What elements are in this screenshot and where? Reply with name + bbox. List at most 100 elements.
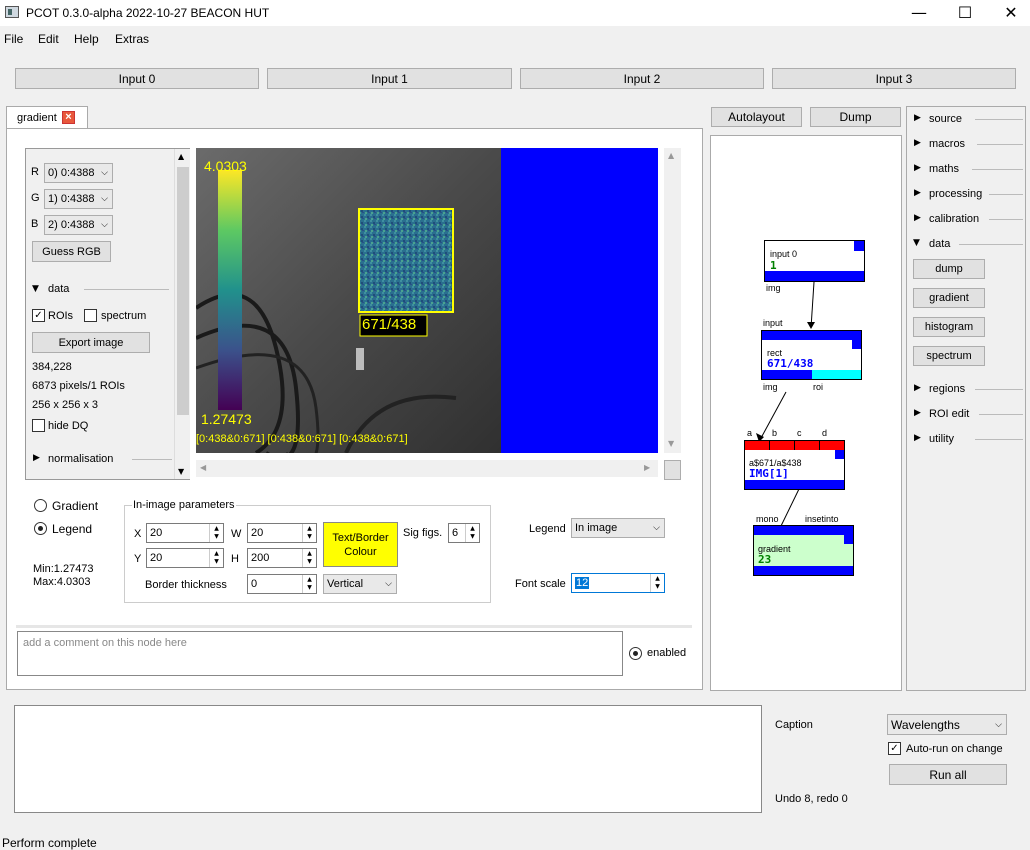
section-expanded-icon[interactable]: ▼ bbox=[32, 284, 39, 294]
left-panel-scrollbar[interactable]: ▲ ▼ bbox=[174, 149, 190, 479]
spinner-icon[interactable]: ▲ ▼ bbox=[650, 574, 664, 592]
section-collapsed-icon[interactable]: ▶ bbox=[914, 188, 921, 198]
palette-utility[interactable]: utility bbox=[929, 433, 954, 445]
auto-run-checkbox[interactable]: ✓ bbox=[888, 742, 901, 755]
sig-figs-input[interactable]: 6 ▲ ▼ bbox=[448, 523, 480, 543]
text-border-colour-button[interactable]: Text/Border Colour bbox=[323, 522, 398, 567]
canvas-horizontal-scrollbar[interactable]: ◀ ▶ bbox=[196, 460, 658, 477]
node-output-port[interactable] bbox=[754, 566, 853, 575]
menu-extras[interactable]: Extras bbox=[115, 32, 149, 46]
channel-b-select[interactable]: 2) 0:4388 ⌵ bbox=[44, 215, 113, 235]
enabled-radio[interactable] bbox=[629, 647, 642, 660]
caption-select[interactable]: Wavelengths ⌵ bbox=[887, 714, 1007, 735]
w-input[interactable]: 20 ▲ ▼ bbox=[247, 523, 317, 543]
export-image-button[interactable]: Export image bbox=[32, 332, 150, 353]
node-input-0[interactable]: input 0 1 bbox=[764, 240, 865, 282]
palette-processing[interactable]: processing bbox=[929, 188, 982, 200]
tab-gradient[interactable]: gradient × bbox=[6, 106, 88, 129]
scroll-left-icon[interactable]: ◀ bbox=[200, 463, 206, 472]
input-1-button[interactable]: Input 1 bbox=[267, 68, 512, 89]
palette-gradient-button[interactable]: gradient bbox=[913, 288, 985, 308]
scroll-up-icon[interactable]: ▲ bbox=[668, 151, 674, 160]
spinner-icon[interactable]: ▲ ▼ bbox=[209, 549, 223, 567]
legend-radio[interactable] bbox=[34, 522, 47, 535]
scroll-up-icon[interactable]: ▲ bbox=[178, 152, 184, 161]
scroll-down-icon[interactable]: ▼ bbox=[668, 439, 674, 448]
max-text: Max:4.0303 bbox=[33, 576, 91, 588]
node-input-ports[interactable] bbox=[754, 526, 853, 535]
menu-help[interactable]: Help bbox=[74, 32, 99, 46]
guess-rgb-button[interactable]: Guess RGB bbox=[32, 241, 111, 262]
palette-calibration[interactable]: calibration bbox=[929, 213, 979, 225]
chevron-down-icon: ⌵ bbox=[653, 523, 660, 533]
palette-spectrum-button[interactable]: spectrum bbox=[913, 346, 985, 366]
node-output-port[interactable] bbox=[765, 271, 864, 281]
spinner-icon[interactable]: ▲ ▼ bbox=[302, 575, 316, 593]
node-output-port-roi[interactable] bbox=[811, 370, 861, 379]
canvas-vertical-scrollbar[interactable]: ▲ ▼ bbox=[664, 148, 681, 453]
channel-r-select[interactable]: 0) 0:4388 ⌵ bbox=[44, 163, 113, 183]
node-gradient[interactable]: gradient 23 bbox=[753, 525, 854, 576]
input-3-button[interactable]: Input 3 bbox=[772, 68, 1016, 89]
palette-source[interactable]: source bbox=[929, 113, 962, 125]
maximize-button[interactable]: ☐ bbox=[942, 0, 988, 26]
node-expr[interactable]: a$671/a$438 IMG[1] bbox=[744, 440, 845, 490]
scrollbar-thumb[interactable] bbox=[177, 167, 189, 415]
section-collapsed-icon[interactable]: ▶ bbox=[914, 383, 921, 393]
spinner-icon[interactable]: ▲ ▼ bbox=[302, 524, 316, 542]
legend-select[interactable]: In image ⌵ bbox=[571, 518, 665, 538]
section-collapsed-icon[interactable]: ▶ bbox=[914, 113, 921, 123]
orientation-select[interactable]: Vertical ⌵ bbox=[323, 574, 397, 594]
channel-g-value: 1) 0:4388 bbox=[48, 193, 95, 205]
spectrum-checkbox[interactable] bbox=[84, 309, 97, 322]
port-label: a bbox=[747, 428, 753, 438]
y-input[interactable]: 20 ▲ ▼ bbox=[146, 548, 224, 568]
section-expanded-icon[interactable]: ▼ bbox=[913, 238, 920, 248]
comment-input[interactable]: add a comment on this node here bbox=[17, 631, 623, 676]
channel-g-select[interactable]: 1) 0:4388 ⌵ bbox=[44, 189, 113, 209]
canvas-corner-button[interactable] bbox=[664, 460, 681, 480]
border-thickness-input[interactable]: 0 ▲ ▼ bbox=[247, 574, 317, 594]
close-window-button[interactable]: ✕ bbox=[988, 0, 1030, 26]
palette-maths[interactable]: maths bbox=[929, 163, 959, 175]
h-input[interactable]: 200 ▲ ▼ bbox=[247, 548, 317, 568]
tab-close-icon[interactable]: × bbox=[62, 111, 75, 124]
node-output-port[interactable] bbox=[745, 480, 844, 489]
log-output[interactable] bbox=[14, 705, 762, 813]
autolayout-button[interactable]: Autolayout bbox=[711, 107, 802, 127]
graph-canvas[interactable]: input 0 1 img input rect 671/438 img roi… bbox=[710, 135, 902, 691]
section-collapsed-icon[interactable]: ▶ bbox=[914, 138, 921, 148]
minimize-button[interactable]: — bbox=[896, 0, 942, 26]
font-scale-input[interactable]: 12 ▲ ▼ bbox=[571, 573, 665, 593]
palette-macros[interactable]: macros bbox=[929, 138, 965, 150]
scroll-down-icon[interactable]: ▼ bbox=[178, 467, 184, 476]
rois-checkbox[interactable]: ✓ bbox=[32, 309, 45, 322]
spinner-icon[interactable]: ▲ ▼ bbox=[302, 549, 316, 567]
section-collapsed-icon[interactable]: ▶ bbox=[914, 408, 921, 418]
section-collapsed-icon[interactable]: ▶ bbox=[33, 453, 40, 463]
input-2-button[interactable]: Input 2 bbox=[520, 68, 764, 89]
section-collapsed-icon[interactable]: ▶ bbox=[914, 433, 921, 443]
node-output-port-img[interactable] bbox=[762, 370, 812, 379]
section-collapsed-icon[interactable]: ▶ bbox=[914, 213, 921, 223]
palette-dump-button[interactable]: dump bbox=[913, 259, 985, 279]
spinner-icon[interactable]: ▲ ▼ bbox=[209, 524, 223, 542]
menu-edit[interactable]: Edit bbox=[38, 32, 59, 46]
palette-roi-edit[interactable]: ROI edit bbox=[929, 408, 969, 420]
hide-dq-checkbox[interactable] bbox=[32, 419, 45, 432]
dump-button[interactable]: Dump bbox=[810, 107, 901, 127]
section-collapsed-icon[interactable]: ▶ bbox=[914, 163, 921, 173]
node-input-port[interactable] bbox=[762, 331, 861, 340]
gradient-radio[interactable] bbox=[34, 499, 47, 512]
spinner-icon[interactable]: ▲ ▼ bbox=[465, 524, 479, 542]
input-0-button[interactable]: Input 0 bbox=[15, 68, 259, 89]
scroll-right-icon[interactable]: ▶ bbox=[644, 463, 650, 472]
palette-regions[interactable]: regions bbox=[929, 383, 965, 395]
menu-file[interactable]: File bbox=[4, 32, 23, 46]
x-input[interactable]: 20 ▲ ▼ bbox=[146, 523, 224, 543]
palette-data[interactable]: data bbox=[929, 238, 950, 250]
image-canvas[interactable]: 4.0303 1.27473 671/438 [0:438&0:671] [0:… bbox=[196, 148, 658, 453]
node-rect[interactable]: rect 671/438 bbox=[761, 330, 862, 380]
run-all-button[interactable]: Run all bbox=[889, 764, 1007, 785]
palette-histogram-button[interactable]: histogram bbox=[913, 317, 985, 337]
